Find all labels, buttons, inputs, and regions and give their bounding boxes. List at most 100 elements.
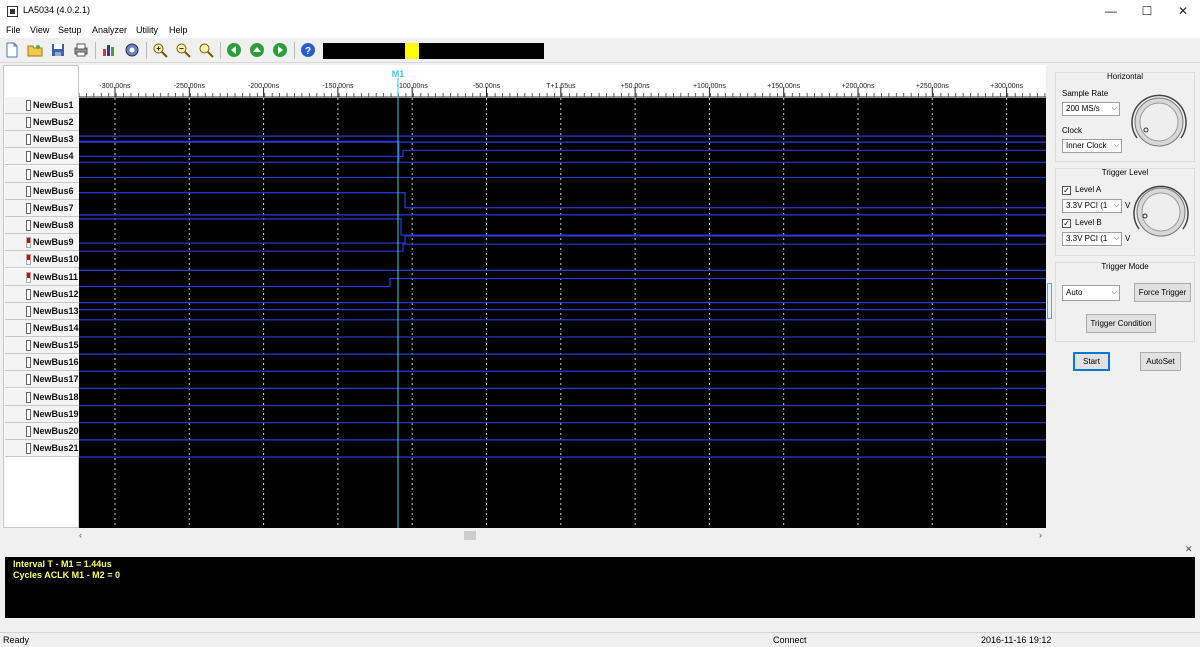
trigger-mode-select[interactable]: Auto ⌵ — [1062, 285, 1120, 301]
signal-row[interactable]: NewBus19 — [5, 405, 79, 423]
overview-position-marker[interactable] — [405, 43, 419, 59]
signal-row[interactable]: NewBus8 — [5, 217, 79, 235]
new-file-icon[interactable] — [4, 42, 20, 58]
signal-status-indicator[interactable] — [26, 322, 31, 334]
signal-row[interactable]: NewBus9 — [5, 234, 79, 252]
signal-status-indicator[interactable] — [26, 237, 31, 249]
cycles-readout: Cycles ACLK M1 - M2 = 0 — [13, 570, 120, 580]
horizontal-group: Horizontal Sample Rate 200 MS/s ⌵ Clock I… — [1055, 72, 1195, 162]
signal-row[interactable]: NewBus10 — [5, 251, 79, 269]
menu-help[interactable]: Help — [169, 25, 188, 35]
signal-status-indicator[interactable] — [26, 220, 31, 232]
signal-name: NewBus21 — [33, 443, 79, 453]
scroll-right-icon[interactable]: › — [1039, 530, 1042, 540]
status-datetime: 2016-11-16 19:12 — [981, 635, 1052, 645]
signal-status-indicator[interactable] — [26, 168, 31, 180]
waveform-display[interactable] — [79, 98, 1046, 528]
print-icon[interactable] — [73, 42, 89, 58]
signal-status-indicator[interactable] — [26, 340, 31, 352]
signal-status-indicator[interactable] — [26, 357, 31, 369]
menu-view[interactable]: View — [30, 25, 49, 35]
clock-label: Clock — [1062, 126, 1083, 135]
chevron-down-icon: ⌵ — [1111, 289, 1117, 296]
marker-m1-label[interactable]: M1 — [392, 69, 405, 79]
signal-status-indicator[interactable] — [26, 391, 31, 403]
level-a-checkbox[interactable]: ✓ — [1062, 186, 1071, 195]
clock-select[interactable]: Inner Clock ⌵ — [1062, 139, 1122, 153]
level-b-select[interactable]: 3.3V PCI (1 ⌵ — [1062, 232, 1122, 246]
signal-row[interactable]: NewBus7 — [5, 199, 79, 217]
signal-status-indicator[interactable] — [26, 271, 31, 283]
level-b-checkbox[interactable]: ✓ — [1062, 219, 1071, 228]
signal-status-indicator[interactable] — [26, 374, 31, 386]
menu-utility[interactable]: Utility — [136, 25, 158, 35]
signal-row[interactable]: NewBus15 — [5, 337, 79, 355]
sample-rate-select[interactable]: 200 MS/s ⌵ — [1062, 102, 1120, 116]
start-button[interactable]: Start — [1073, 352, 1110, 371]
signal-status-indicator[interactable] — [26, 100, 31, 111]
signal-list-panel: NewBus1 NewBus2 NewBus3 NewBus4 NewBus5 NewBu… — [3, 65, 79, 528]
level-a-select[interactable]: 3.3V PCI (1 ⌵ — [1062, 199, 1122, 213]
save-icon[interactable] — [50, 42, 66, 58]
scroll-left-icon[interactable]: ‹ — [79, 530, 82, 540]
menu-analyzer[interactable]: Analyzer — [92, 25, 127, 35]
signal-row[interactable]: NewBus5 — [5, 165, 79, 183]
zoom-in-icon[interactable] — [152, 42, 168, 58]
signal-status-indicator[interactable] — [26, 254, 31, 266]
maximize-button[interactable]: ☐ — [1129, 0, 1165, 22]
autoset-button[interactable]: AutoSet — [1140, 352, 1181, 371]
go-up-icon[interactable] — [249, 42, 265, 58]
trigger-condition-button[interactable]: Trigger Condition — [1086, 314, 1156, 333]
time-ruler[interactable]: -300.00ns -250.00ns -200.00ns -150.00ns -100… — [79, 65, 1046, 98]
signal-row[interactable]: NewBus3 — [5, 131, 79, 149]
signal-row[interactable]: NewBus20 — [5, 422, 79, 440]
horizontal-knob[interactable] — [1129, 92, 1189, 152]
help-icon[interactable]: ? — [300, 42, 316, 58]
go-back-icon[interactable] — [226, 42, 242, 58]
signal-row[interactable]: NewBus6 — [5, 182, 79, 200]
ruler-tick-label: -150.00ns — [322, 83, 354, 90]
force-trigger-button[interactable]: Force Trigger — [1134, 283, 1191, 302]
menu-file[interactable]: File — [6, 25, 21, 35]
waveform-overview-bar[interactable] — [323, 43, 544, 59]
settings-gear-icon[interactable] — [124, 42, 140, 58]
ruler-tick-label: +300.00ns — [990, 83, 1023, 90]
info-panel-close-icon[interactable]: ✕ — [1185, 544, 1193, 555]
zoom-fit-icon[interactable] — [198, 42, 214, 58]
signal-row[interactable]: NewBus21 — [5, 440, 79, 457]
signal-row[interactable]: NewBus17 — [5, 371, 79, 389]
go-forward-icon[interactable] — [272, 42, 288, 58]
zoom-out-icon[interactable] — [175, 42, 191, 58]
signal-status-indicator[interactable] — [26, 185, 31, 197]
signal-status-indicator[interactable] — [26, 202, 31, 214]
signal-status-indicator[interactable] — [26, 425, 31, 437]
signal-row[interactable]: NewBus16 — [5, 354, 79, 372]
signal-status-indicator[interactable] — [26, 408, 31, 420]
signal-status-indicator[interactable] — [26, 305, 31, 317]
signal-row[interactable]: NewBus12 — [5, 285, 79, 303]
scrollbar-thumb[interactable] — [464, 531, 476, 540]
signal-status-indicator[interactable] — [26, 288, 31, 300]
signal-row[interactable]: NewBus14 — [5, 319, 79, 337]
signal-row[interactable]: NewBus2 — [5, 114, 79, 132]
minimize-button[interactable]: — — [1093, 0, 1129, 22]
menu-setup[interactable]: Setup — [58, 25, 82, 35]
signal-row[interactable]: NewBus18 — [5, 388, 79, 406]
signal-status-indicator[interactable] — [26, 134, 31, 146]
signal-name: NewBus8 — [33, 220, 74, 231]
signal-status-indicator[interactable] — [26, 443, 31, 454]
signal-name: NewBus16 — [33, 357, 79, 368]
signal-status-indicator[interactable] — [26, 117, 31, 129]
close-button[interactable]: ✕ — [1165, 0, 1200, 22]
signal-row[interactable]: NewBus4 — [5, 148, 79, 166]
signal-status-indicator[interactable] — [26, 151, 31, 163]
signal-row[interactable]: NewBus13 — [5, 302, 79, 320]
signal-row[interactable]: NewBus1 — [5, 97, 79, 114]
open-folder-icon[interactable] — [27, 42, 43, 58]
trigger-level-knob[interactable] — [1131, 181, 1191, 243]
bar-chart-icon[interactable] — [101, 42, 117, 58]
waveform-horizontal-scrollbar[interactable]: ‹ › — [79, 528, 1046, 543]
signal-name: NewBus1 — [33, 100, 74, 110]
signal-row[interactable]: NewBus11 — [5, 268, 79, 286]
app-icon — [7, 6, 18, 17]
